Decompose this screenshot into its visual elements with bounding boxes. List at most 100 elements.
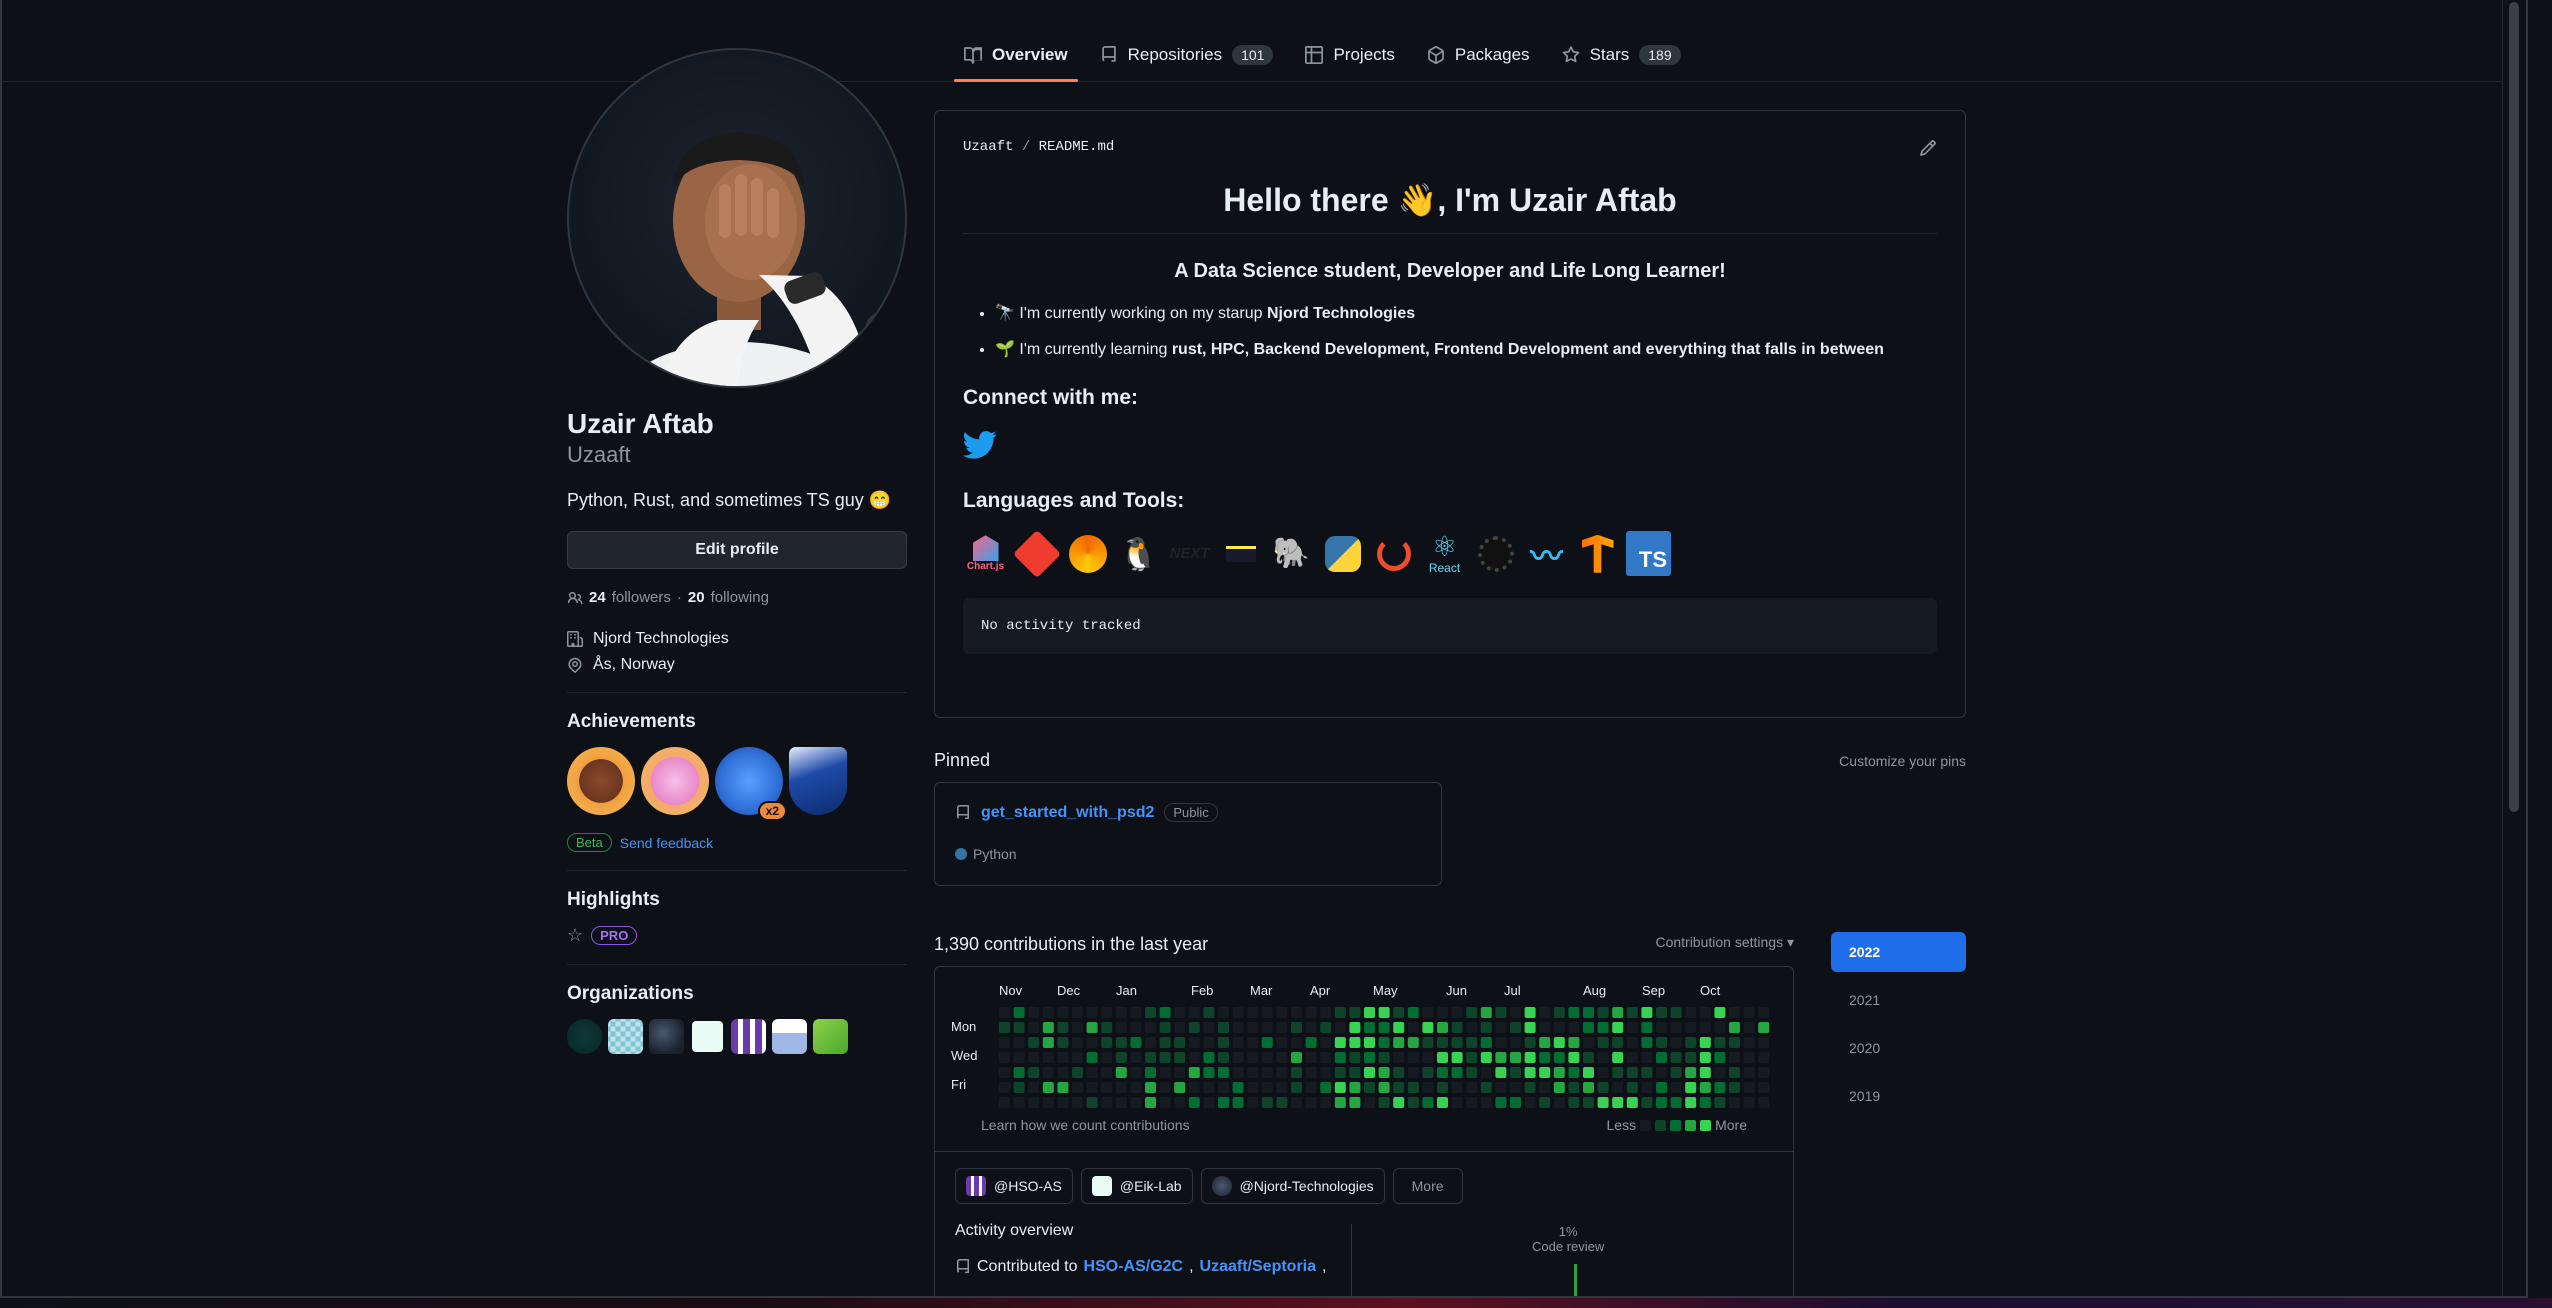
achievements-title[interactable]: Achievements [567,711,907,733]
contribution-day-cell[interactable] [1495,1022,1507,1033]
contribution-day-cell[interactable] [1480,1007,1492,1018]
contribution-day-cell[interactable] [1291,1037,1302,1048]
contribution-day-cell[interactable] [1670,1037,1682,1048]
contribution-day-cell[interactable] [1495,1052,1507,1063]
vertical-scrollbar[interactable] [2502,0,2526,1296]
contribution-day-cell[interactable] [1641,1097,1653,1108]
contribution-day-cell[interactable] [1407,1082,1419,1093]
contribution-day-cell[interactable] [1145,1097,1156,1108]
contribution-day-cell[interactable] [1276,1037,1288,1048]
send-feedback-link[interactable]: Send feedback [620,835,713,851]
org-avatar[interactable] [567,1019,602,1054]
contribution-day-cell[interactable] [1583,1052,1594,1063]
contribution-day-cell[interactable] [1568,1022,1580,1033]
contribution-day-cell[interactable] [1028,1007,1040,1018]
contribution-day-cell[interactable] [1334,1097,1346,1108]
contribution-day-cell[interactable] [1641,1082,1653,1093]
contribution-day-cell[interactable] [1407,1037,1419,1048]
contribution-day-cell[interactable] [1758,1097,1770,1108]
contribution-day-cell[interactable] [1685,1037,1697,1048]
contribution-day-cell[interactable] [1320,1007,1332,1018]
contribution-day-cell[interactable] [1699,1052,1711,1063]
contribution-day-cell[interactable] [999,1082,1010,1093]
contribution-day-cell[interactable] [1276,1097,1288,1108]
contribution-day-cell[interactable] [1685,1067,1697,1078]
contribution-day-cell[interactable] [1495,1007,1507,1018]
contribution-day-cell[interactable] [1524,1007,1536,1018]
contribution-day-cell[interactable] [1656,1022,1667,1033]
contribution-day-cell[interactable] [1685,1082,1697,1093]
contribution-day-cell[interactable] [1393,1082,1405,1093]
contribution-day-cell[interactable] [1072,1082,1083,1093]
contribution-day-cell[interactable] [1174,1082,1186,1093]
contribution-day-cell[interactable] [1364,1082,1375,1093]
contribution-day-cell[interactable] [1013,1037,1025,1048]
contribution-day-cell[interactable] [1729,1097,1740,1108]
year-2022[interactable]: 2022 [1831,932,1966,972]
contribution-day-cell[interactable] [1597,1097,1609,1108]
contribution-day-cell[interactable] [1539,1082,1551,1093]
postgresql-icon[interactable]: 🐘 [1269,531,1314,576]
org-avatar[interactable] [813,1019,848,1054]
contribution-day-cell[interactable] [1612,1097,1624,1108]
contribution-day-cell[interactable] [1291,1052,1302,1063]
contribution-day-cell[interactable] [1247,1022,1259,1033]
contribution-day-cell[interactable] [1086,1037,1098,1048]
contribution-day-cell[interactable] [1524,1097,1536,1108]
contribution-day-cell[interactable] [1334,1022,1346,1033]
contribution-day-cell[interactable] [1174,1022,1186,1033]
org-chip-hso-as[interactable]: @HSO-AS [955,1168,1073,1204]
contribution-day-cell[interactable] [1393,1052,1405,1063]
contribution-day-cell[interactable] [1188,1022,1200,1033]
grafana-icon[interactable] [1065,531,1110,576]
contribution-day-cell[interactable] [1115,1022,1127,1033]
contribution-day-cell[interactable] [1466,1022,1478,1033]
contribution-day-cell[interactable] [1758,1037,1770,1048]
contribution-day-cell[interactable] [1072,1007,1083,1018]
contribution-day-cell[interactable] [1714,1052,1726,1063]
contribution-day-cell[interactable] [1729,1022,1740,1033]
contribution-day-cell[interactable] [1334,1052,1346,1063]
contribution-day-cell[interactable] [1159,1037,1171,1048]
contribution-day-cell[interactable] [1422,1007,1434,1018]
contribution-day-cell[interactable] [1028,1052,1040,1063]
contribution-day-cell[interactable] [1305,1067,1317,1078]
contribution-day-cell[interactable] [1364,1022,1375,1033]
contribution-day-cell[interactable] [1670,1052,1682,1063]
readme-file[interactable]: README.md [1039,139,1115,155]
contribution-day-cell[interactable] [1115,1007,1127,1018]
contribution-day-cell[interactable] [1699,1007,1711,1018]
contribution-day-cell[interactable] [1334,1037,1346,1048]
contribution-day-cell[interactable] [1451,1097,1463,1108]
contribution-day-cell[interactable] [1758,1052,1770,1063]
contribution-day-cell[interactable] [1437,1097,1448,1108]
org-chip-more-button[interactable]: More [1392,1168,1463,1204]
followers-count[interactable]: 24 [589,589,606,606]
contribution-day-cell[interactable] [1203,1022,1215,1033]
contribution-day-cell[interactable] [1145,1037,1156,1048]
contribution-day-cell[interactable] [1743,1097,1755,1108]
contribution-day-cell[interactable] [1656,1052,1667,1063]
contribution-day-cell[interactable] [1451,1052,1463,1063]
contribution-day-cell[interactable] [1349,1082,1361,1093]
contribution-day-cell[interactable] [999,1037,1010,1048]
contribution-day-cell[interactable] [1320,1037,1332,1048]
org-chip-njord[interactable]: @Njord-Technologies [1200,1168,1385,1204]
contribution-day-cell[interactable] [1553,1037,1565,1048]
contribution-day-cell[interactable] [1583,1067,1594,1078]
contribution-day-cell[interactable] [1101,1022,1113,1033]
contribution-day-cell[interactable] [1349,1067,1361,1078]
contribution-day-cell[interactable] [1553,1067,1565,1078]
contribution-day-cell[interactable] [1115,1097,1127,1108]
contribution-day-cell[interactable] [1057,1097,1069,1108]
org-avatar[interactable] [608,1019,643,1054]
contribution-day-cell[interactable] [1553,1082,1565,1093]
contribution-day-cell[interactable] [1656,1067,1667,1078]
contribution-day-cell[interactable] [1699,1067,1711,1078]
contribution-day-cell[interactable] [1597,1082,1609,1093]
contribution-day-cell[interactable] [1247,1067,1259,1078]
achievement-badge-quickdraw[interactable] [567,747,635,815]
contribution-day-cell[interactable] [1729,1052,1740,1063]
contribution-day-cell[interactable] [1743,1082,1755,1093]
contribution-day-cell[interactable] [1218,1082,1229,1093]
